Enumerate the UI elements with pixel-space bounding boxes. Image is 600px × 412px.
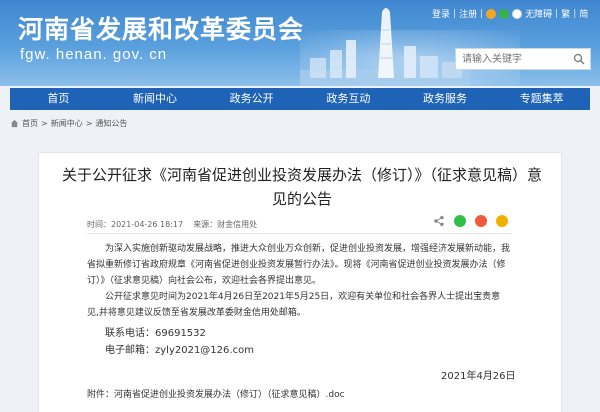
breadcrumb-home[interactable]: 首页	[22, 118, 38, 129]
article-paragraph: 为深入实施创新驱动发展战略，推进大众创业万众创新，促进创业投资发展，增强经济发展…	[87, 244, 511, 286]
wechat-share-icon[interactable]	[454, 215, 466, 227]
header-banner: 河南省发展和改革委员会 fgw. henan. gov. cn 登录 | 注册 …	[0, 0, 600, 86]
meta-divider	[87, 233, 512, 234]
separator: |	[480, 8, 484, 19]
accessibility-icon	[512, 8, 523, 19]
article-source: 来源：财金信用处	[193, 220, 258, 229]
article-date: 2021年4月26日	[441, 371, 516, 382]
separator: |	[555, 8, 559, 19]
breadcrumb: 首页 > 新闻中心 > 通知公告	[10, 118, 127, 129]
share-icon[interactable]	[433, 215, 445, 227]
nav-item-services[interactable]: 政务服务	[397, 88, 494, 110]
traditional-chinese-link[interactable]: 繁	[561, 7, 570, 20]
attachment-link[interactable]: 附件：河南省促进创业投资发展办法（修订）（征求意见稿）.doc	[87, 387, 345, 400]
wechat-icon[interactable]	[499, 8, 510, 19]
top-links: 登录 | 注册 | 无障碍 | 繁 | 简	[432, 7, 588, 20]
article-body: 为深入实施创新驱动发展战略，推进大众创业万众创新，促进创业投资发展，增强经济发展…	[87, 241, 512, 359]
register-link[interactable]: 注册	[459, 7, 477, 20]
nav-item-home[interactable]: 首页	[10, 88, 107, 110]
qzone-share-icon[interactable]	[496, 215, 508, 227]
nav-item-gov-affairs[interactable]: 政务公开	[203, 88, 300, 110]
search-input[interactable]	[456, 49, 568, 69]
article-card: 关于公开征求《河南省促进创业投资发展办法（修订）》（征求意见稿）意见的公告 时间…	[38, 152, 562, 412]
breadcrumb-news[interactable]: 新闻中心	[51, 118, 83, 129]
separator: |	[453, 8, 457, 19]
breadcrumb-separator: >	[85, 119, 93, 128]
search-button[interactable]	[568, 49, 590, 69]
contact-phone: 联系电话：69691532	[105, 328, 206, 339]
login-link[interactable]: 登录	[432, 7, 450, 20]
breadcrumb-separator: >	[41, 119, 48, 128]
home-icon	[10, 119, 19, 128]
article-meta: 时间：2021-04-26 18:17 来源：财金信用处	[87, 219, 257, 230]
article-paragraph: 公开征求意见时间为2021年4月26日至2021年5月25日，欢迎有关单位和社会…	[87, 292, 501, 318]
breadcrumb-notices[interactable]: 通知公告	[95, 118, 127, 129]
main-nav: 首页 新闻中心 政务公开 政务互动 政务服务 专题集萃	[10, 88, 590, 110]
nav-item-interaction[interactable]: 政务互动	[300, 88, 397, 110]
article-title: 关于公开征求《河南省促进创业投资发展办法（修订）》（征求意见稿）意见的公告	[61, 166, 542, 208]
site-url: fgw. henan. gov. cn	[20, 46, 168, 63]
search-icon	[573, 53, 585, 65]
contact-info: 联系电话：69691532 电子邮箱：zyly2021@126.com	[87, 325, 512, 359]
share-bar	[433, 215, 508, 227]
accessibility-link[interactable]: 无障碍	[525, 7, 552, 20]
simplified-chinese-link[interactable]: 简	[579, 7, 588, 20]
weibo-icon[interactable]	[486, 8, 497, 19]
search-box	[455, 48, 591, 70]
weibo-share-icon[interactable]	[475, 215, 487, 227]
nav-item-news[interactable]: 新闻中心	[107, 88, 204, 110]
site-title: 河南省发展和改革委员会	[18, 15, 305, 44]
publish-time: 时间：2021-04-26 18:17	[87, 220, 184, 229]
nav-item-topics[interactable]: 专题集萃	[493, 88, 590, 110]
separator: |	[573, 8, 577, 19]
contact-email: 电子邮箱：zyly2021@126.com	[105, 345, 254, 356]
